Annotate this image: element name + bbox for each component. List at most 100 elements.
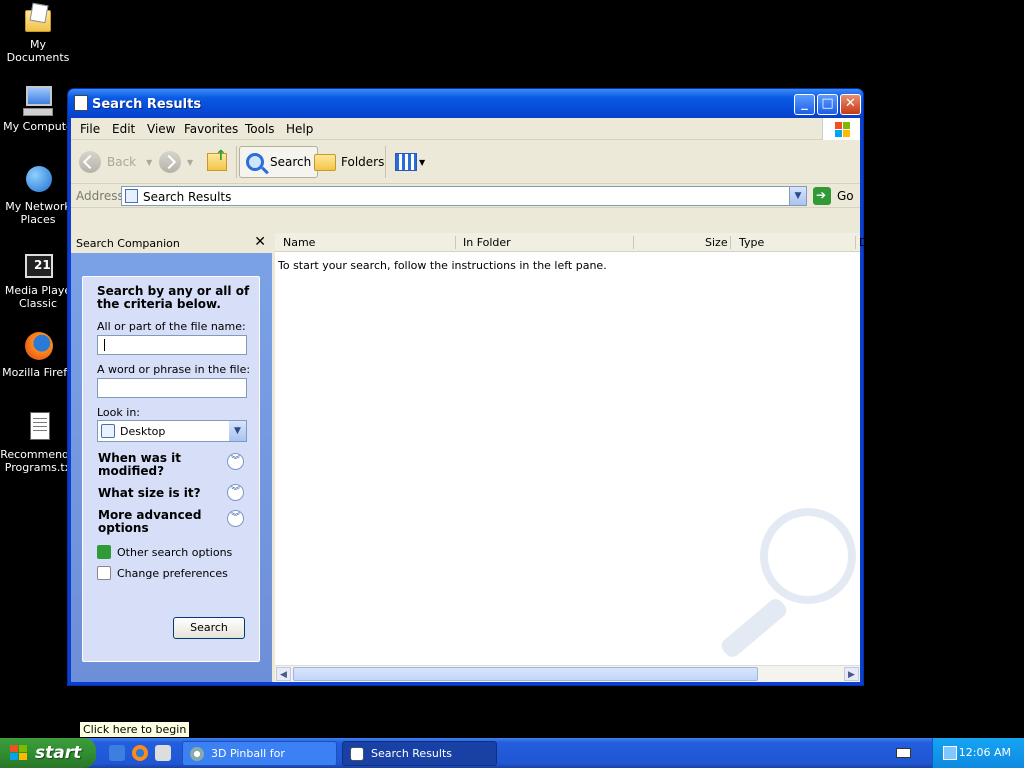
- taskbar: start 3D Pinball for Window... Search Re…: [0, 738, 1024, 768]
- desktop-icon-my-computer[interactable]: My Compute: [0, 84, 76, 133]
- keyboard-language-icon[interactable]: [896, 748, 911, 758]
- network-globe-icon: [21, 164, 55, 198]
- search-button[interactable]: Search: [173, 617, 245, 639]
- results-pane: Name In Folder Size Type D To start your…: [275, 233, 867, 682]
- what-size-toggle[interactable]: What size is it?: [98, 487, 201, 500]
- search-companion-title: Search Companion: [76, 237, 180, 250]
- phrase-input[interactable]: [97, 378, 247, 398]
- desktop-icon-media-player-classic[interactable]: 21 Media Playe Classic: [0, 248, 76, 310]
- back-arrow-icon: [79, 151, 101, 173]
- search-companion-pane: Search Companion ✕ Search by any or all …: [71, 233, 272, 682]
- scroll-right-button[interactable]: ▶: [844, 667, 859, 681]
- forward-arrow-icon: [159, 151, 181, 173]
- text-caret: [104, 339, 105, 351]
- quicklaunch-media-icon[interactable]: [109, 745, 125, 761]
- toolbar-separator: [385, 146, 386, 178]
- desktop-icon: [101, 424, 115, 438]
- menu-bar: File Edit View Favorites Tools Help: [71, 118, 860, 140]
- lookin-select[interactable]: Desktop ▼: [97, 420, 247, 442]
- folder-documents-icon: [21, 2, 55, 36]
- column-separator[interactable]: [633, 236, 634, 249]
- column-separator[interactable]: [455, 236, 456, 249]
- scroll-left-button[interactable]: ◀: [276, 667, 291, 681]
- desktop-icon-recommended-programs[interactable]: Recommende Programs.tx: [0, 412, 76, 474]
- windows-logo-icon: [822, 118, 860, 140]
- column-size[interactable]: Size: [705, 236, 728, 249]
- clock[interactable]: 12:06 AM: [959, 746, 1011, 759]
- up-folder-button[interactable]: ↑: [207, 146, 227, 178]
- address-bar: Address Search Results ▼ Go: [71, 184, 860, 208]
- search-results-icon: [125, 189, 138, 203]
- folders-button[interactable]: Folders: [314, 146, 384, 178]
- horizontal-scrollbar[interactable]: ◀ ▶: [275, 665, 860, 682]
- standard-toolbar: Back ▼ ▼ ↑ Search Folders ▼: [71, 140, 860, 184]
- other-search-options-link[interactable]: Other search options: [97, 545, 232, 559]
- address-label: Address: [76, 189, 124, 203]
- search-icon: [246, 153, 264, 171]
- filename-label: All or part of the file name:: [97, 320, 246, 333]
- column-date[interactable]: D: [859, 236, 867, 249]
- change-preferences-link[interactable]: Change preferences: [97, 566, 228, 580]
- go-arrow-icon: [813, 187, 831, 205]
- minimize-button[interactable]: _: [794, 94, 815, 115]
- text-file-icon: [21, 412, 55, 446]
- close-button[interactable]: ✕: [840, 94, 861, 115]
- search-toolbar-button[interactable]: Search: [239, 146, 319, 178]
- column-type[interactable]: Type: [739, 236, 764, 249]
- filename-input[interactable]: [97, 335, 247, 355]
- expand-chevron-icon[interactable]: ︾: [227, 453, 244, 470]
- start-button[interactable]: start: [0, 738, 96, 768]
- column-name[interactable]: Name: [283, 236, 315, 249]
- go-button[interactable]: Go: [813, 186, 854, 206]
- film-clapper-icon: 21: [21, 248, 55, 282]
- forward-dropdown-icon[interactable]: ▼: [187, 158, 193, 167]
- taskbar-item-pinball[interactable]: 3D Pinball for Window...: [182, 741, 337, 766]
- search-results-window-icon: [74, 95, 88, 111]
- back-dropdown-icon[interactable]: ▼: [146, 158, 152, 167]
- expand-chevron-icon[interactable]: ︾: [227, 484, 244, 501]
- menu-file[interactable]: File: [80, 122, 100, 136]
- network-tray-icon[interactable]: [943, 746, 957, 760]
- scroll-thumb[interactable]: [293, 667, 758, 681]
- desktop-icon-firefox[interactable]: Mozilla Firefo: [0, 330, 76, 379]
- address-combobox[interactable]: Search Results ▼: [121, 186, 807, 206]
- quicklaunch-show-desktop-icon[interactable]: [155, 745, 171, 761]
- column-in-folder[interactable]: In Folder: [463, 236, 511, 249]
- back-button[interactable]: Back ▼: [79, 146, 152, 178]
- maximize-button[interactable]: □: [817, 94, 838, 115]
- views-button[interactable]: ▼: [395, 146, 425, 178]
- more-advanced-toggle[interactable]: More advanced options: [98, 509, 208, 535]
- lookin-dropdown-button[interactable]: ▼: [229, 421, 246, 441]
- menu-view[interactable]: View: [147, 122, 175, 136]
- taskbar-item-search-results[interactable]: Search Results: [342, 741, 497, 766]
- expand-chevron-icon[interactable]: ︾: [227, 510, 244, 527]
- title-bar[interactable]: Search Results _ □ ✕: [68, 89, 863, 118]
- views-icon: [395, 153, 417, 171]
- windows-flag-icon: [10, 745, 27, 761]
- column-separator[interactable]: [730, 236, 731, 249]
- when-modified-toggle[interactable]: When was it modified?: [98, 452, 208, 478]
- column-separator[interactable]: [855, 236, 856, 249]
- desktop-icon-my-documents[interactable]: My Documents: [0, 2, 76, 64]
- computer-icon: [21, 84, 55, 118]
- search-heading: Search by any or all of the criteria bel…: [97, 284, 250, 311]
- close-pane-icon[interactable]: ✕: [254, 234, 266, 250]
- search-hint-text: To start your search, follow the instruc…: [278, 259, 607, 272]
- menu-favorites[interactable]: Favorites: [184, 122, 238, 136]
- menu-tools[interactable]: Tools: [245, 122, 275, 136]
- address-value: Search Results: [143, 190, 232, 204]
- address-dropdown-button[interactable]: ▼: [789, 187, 806, 205]
- views-dropdown-icon: ▼: [419, 157, 426, 167]
- desktop-icon-network-places[interactable]: My Network Places: [0, 164, 76, 226]
- system-tray: 12:06 AM: [932, 738, 1024, 768]
- search-criteria-panel: Search by any or all of the criteria bel…: [82, 276, 260, 662]
- up-folder-icon: ↑: [207, 148, 227, 171]
- phrase-label: A word or phrase in the file:: [97, 363, 251, 376]
- lookin-label: Look in:: [97, 406, 140, 419]
- firefox-icon: [21, 330, 55, 364]
- menu-edit[interactable]: Edit: [112, 122, 135, 136]
- preferences-icon: [97, 566, 111, 580]
- menu-help[interactable]: Help: [286, 122, 313, 136]
- quicklaunch-firefox-icon[interactable]: [132, 745, 148, 761]
- forward-button[interactable]: ▼: [159, 146, 193, 178]
